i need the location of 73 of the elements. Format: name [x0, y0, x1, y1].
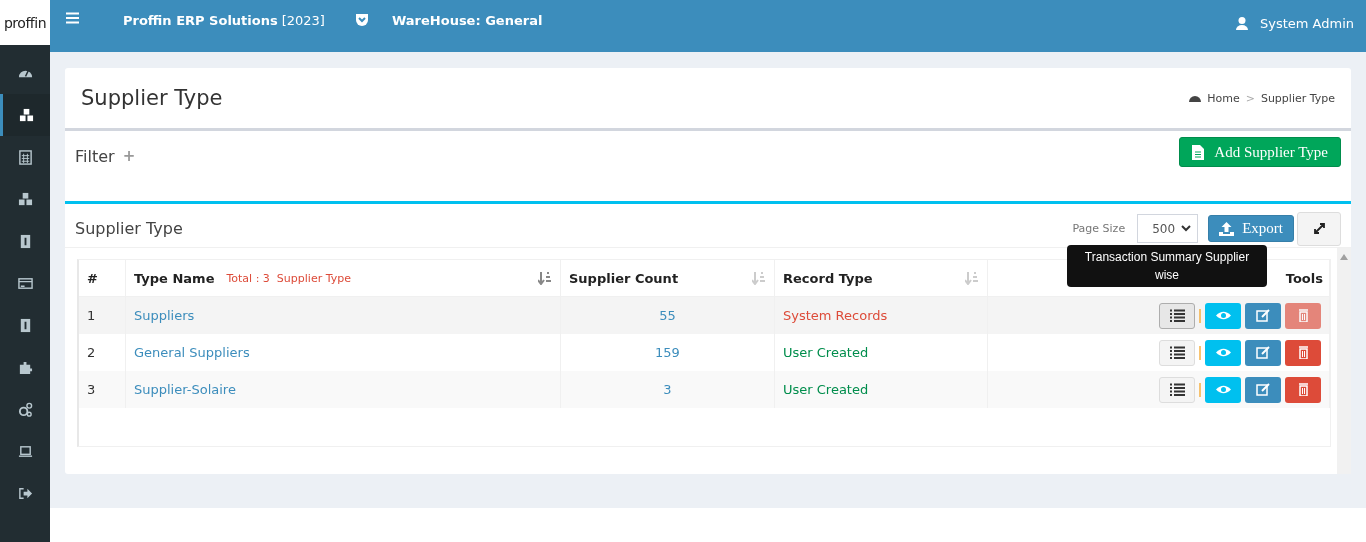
company-year: [2023]: [281, 13, 325, 28]
proffin-logo: proffin: [0, 0, 50, 45]
puzzle-icon: [17, 359, 33, 375]
record-type: System Records: [783, 308, 888, 323]
document-icon: [1192, 144, 1205, 160]
eye-icon: [1215, 383, 1231, 396]
summary-button[interactable]: [1159, 339, 1195, 366]
page-title: Supplier Type: [81, 86, 224, 110]
column-header[interactable]: Supplier Count: [569, 270, 679, 286]
column-header[interactable]: Record Type: [783, 270, 873, 286]
type-name-link[interactable]: General Suppliers: [134, 345, 250, 360]
sign-out-icon: [17, 485, 33, 501]
page-size-label: Page Size: [1072, 222, 1126, 235]
eye-icon: [1215, 346, 1231, 359]
summary-button[interactable]: [1159, 302, 1195, 329]
filter-toggle[interactable]: +: [122, 149, 136, 164]
scroll-up-icon[interactable]: [1340, 254, 1348, 260]
calculator-icon: [17, 149, 33, 165]
type-name-link[interactable]: Suppliers: [134, 308, 195, 323]
column-header[interactable]: Type Name: [134, 270, 215, 286]
edit-button[interactable]: [1245, 302, 1281, 329]
view-button[interactable]: [1205, 302, 1241, 329]
record-type: User Created: [783, 382, 869, 397]
breadcrumb-item: Supplier Type: [1260, 91, 1335, 105]
record-type: User Created: [783, 345, 869, 360]
page-size-select[interactable]: 500: [1137, 214, 1199, 243]
eye-icon: [1215, 309, 1231, 322]
laptop-icon: [17, 443, 33, 459]
delete-button[interactable]: [1285, 376, 1321, 403]
menu-icon[interactable]: [66, 12, 79, 24]
cubes-icon: [17, 191, 33, 207]
warehouse-label[interactable]: WareHouse: General: [391, 13, 543, 28]
edit-icon: [1255, 309, 1271, 322]
gears-icon: [17, 401, 33, 417]
delete-button[interactable]: [1285, 339, 1321, 366]
list-icon: [1169, 346, 1185, 359]
user-name[interactable]: System Admin: [1259, 16, 1354, 31]
list-icon: [1169, 309, 1185, 322]
view-button[interactable]: [1205, 339, 1241, 366]
row-number: 3: [79, 371, 126, 408]
upload-icon: [1219, 221, 1235, 236]
export-button[interactable]: Export: [1208, 215, 1294, 242]
chevron-down-icon: [1181, 225, 1192, 232]
add-supplier-type-button[interactable]: Add Supplier Type: [1179, 137, 1341, 167]
supplier-count-link[interactable]: 159: [655, 345, 680, 360]
expand-icon: [1313, 223, 1325, 234]
sort-icon[interactable]: [538, 271, 552, 285]
supplier-count-link[interactable]: 55: [659, 308, 676, 323]
user-icon[interactable]: [1235, 17, 1248, 30]
edit-icon: [1255, 346, 1271, 359]
column-header: #: [79, 260, 126, 297]
company-name: Proffin ERP Solutions: [123, 13, 278, 28]
expand-button[interactable]: [1297, 211, 1341, 246]
edit-icon: [1255, 383, 1271, 396]
breadcrumb-item[interactable]: Home: [1207, 91, 1240, 105]
cubes-icon: [19, 107, 34, 123]
row-number: 1: [79, 296, 126, 334]
summary-button[interactable]: [1159, 376, 1195, 403]
edit-button[interactable]: [1245, 339, 1281, 366]
filter-label: Filter: [75, 147, 115, 166]
supplier-count-link[interactable]: 3: [663, 382, 672, 397]
edit-button[interactable]: [1245, 376, 1281, 403]
list-title: Supplier Type: [75, 219, 184, 238]
credit-card-icon: [17, 275, 33, 291]
chevron-shield-icon[interactable]: [354, 13, 369, 27]
sidebar-item[interactable]: [0, 94, 50, 136]
tooltip: Transaction Summary Supplier wise: [1067, 245, 1267, 287]
total-count: Total : 3 Supplier Type: [226, 271, 351, 285]
column-header: Tools: [1285, 270, 1323, 286]
breadcrumb-separator: >: [1245, 91, 1255, 105]
view-button[interactable]: [1205, 376, 1241, 403]
type-name-link[interactable]: Supplier-Solaire: [134, 382, 236, 397]
list-icon: [1169, 383, 1185, 396]
